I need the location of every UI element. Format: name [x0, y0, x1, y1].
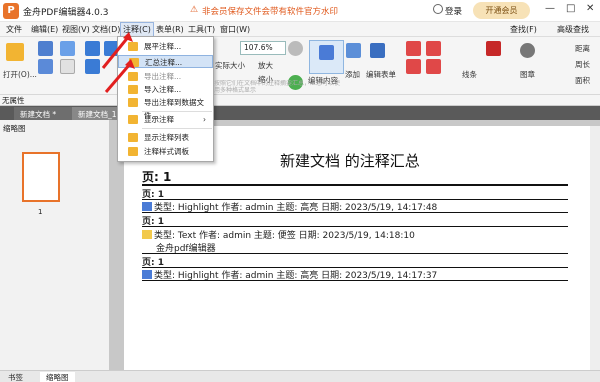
- menu-file[interactable]: 文件: [6, 24, 22, 35]
- app-logo: P: [3, 3, 19, 19]
- edit-content-icon: [319, 45, 334, 60]
- tab-bookmarks[interactable]: 书签: [2, 372, 29, 382]
- edit-content-button[interactable]: [309, 40, 344, 74]
- open-button[interactable]: 打开(O)...: [3, 69, 37, 80]
- area-tool[interactable]: 面积: [575, 75, 590, 86]
- note-tool-icon[interactable]: [406, 41, 421, 56]
- menu-item-style-palette[interactable]: 注释样式调板: [118, 145, 213, 158]
- submenu-arrow-icon: ›: [203, 115, 206, 124]
- mail-icon[interactable]: [60, 41, 75, 56]
- menu-item-label: 汇总注释...: [145, 58, 183, 67]
- save-icon[interactable]: [38, 41, 53, 56]
- menu-item-label: 显示注释列表: [144, 133, 189, 142]
- stamp-button[interactable]: 图章: [520, 69, 535, 80]
- app-title: 金舟PDF编辑器4.0.3: [23, 8, 109, 18]
- stamp-icon[interactable]: [520, 43, 535, 58]
- edit-form-icon[interactable]: [370, 43, 385, 58]
- title-bar: P 金舟PDF编辑器4.0.3 ⚠ 非会员保存文件会带有软件官方水印 登录 开通…: [0, 0, 600, 22]
- zoom-input[interactable]: 107.6%: [240, 41, 286, 55]
- menu-item-label: 显示注释: [144, 115, 174, 124]
- thumbnail-page-number: 1: [38, 208, 43, 216]
- menu-item-show-annotations[interactable]: 显示注释 ›: [118, 113, 213, 126]
- watermark-notice[interactable]: 非会员保存文件会带有软件官方水印: [202, 5, 338, 17]
- line-tool-button[interactable]: 线条: [462, 69, 477, 80]
- highlight-icon: [142, 202, 152, 211]
- perimeter-tool[interactable]: 周长: [575, 59, 590, 70]
- menu-item-label: 展平注释...: [144, 42, 182, 51]
- menu-tools[interactable]: 工具(T): [188, 24, 215, 35]
- tab-thumbnails[interactable]: 缩略图: [40, 372, 75, 382]
- property-bar: 无属性: [0, 95, 600, 106]
- palette-icon: [128, 147, 138, 156]
- line-shape-icon[interactable]: [486, 41, 501, 56]
- vip-button[interactable]: 开通会员: [473, 2, 530, 19]
- export-data-icon: [128, 98, 138, 107]
- summary-title: 新建文档 的注释汇总: [280, 152, 420, 170]
- page-header: 页: 1: [142, 170, 172, 184]
- callout-tool-icon[interactable]: [426, 59, 441, 74]
- menu-item-label: 注释样式调板: [144, 147, 189, 156]
- menu-bar: 文件 编辑(E) 视图(V) 文档(D) 注释(C) 表单(R) 工具(T) 窗…: [0, 22, 600, 37]
- divider: [142, 184, 568, 186]
- open-folder-icon[interactable]: [6, 43, 24, 61]
- note-icon: [142, 230, 152, 239]
- divider: [142, 226, 568, 227]
- add-image-icon[interactable]: [346, 43, 361, 58]
- panel-tabs: 书签 缩略图: [0, 370, 600, 382]
- panel-title: 缩略图: [3, 124, 26, 133]
- page-thumbnail[interactable]: [22, 152, 60, 202]
- annotation-text: 类型: Text 作者: admin 主题: 便签 日期: 2023/5/19,…: [154, 231, 415, 241]
- highlight-icon: [142, 270, 152, 279]
- print-icon[interactable]: [38, 59, 53, 74]
- edit-form-button[interactable]: 编辑表单: [366, 69, 396, 80]
- vertical-scrollbar[interactable]: [590, 126, 600, 370]
- divider: [142, 280, 568, 281]
- login-link[interactable]: 登录: [445, 5, 462, 17]
- menu-separator: [142, 111, 212, 112]
- zoom-in-icon[interactable]: [288, 41, 303, 56]
- user-icon[interactable]: [433, 4, 443, 14]
- notice-icon: ⚠: [190, 5, 199, 15]
- distance-tool[interactable]: 距离: [575, 43, 590, 54]
- highlight-tool-icon[interactable]: [406, 59, 421, 74]
- text-tool-icon[interactable]: [426, 41, 441, 56]
- scan-icon[interactable]: [60, 59, 75, 74]
- pdf-page: 新建文档 的注释汇总 页: 1 页: 1 类型: Highlight 作者: a…: [124, 126, 590, 376]
- menu-item-label: 导出注释...: [144, 72, 182, 81]
- menu-form[interactable]: 表单(R): [156, 24, 184, 35]
- menu-edit[interactable]: 编辑(E): [31, 24, 58, 35]
- maximize-button[interactable]: □: [566, 3, 575, 14]
- menu-item-export-data[interactable]: 导出注释到数据文件...: [118, 96, 213, 120]
- summarize-tooltip: 按照它们在文档中的注释摘要汇总，汇总可以使用多种格式显示: [214, 80, 341, 94]
- minimize-button[interactable]: —: [545, 3, 555, 14]
- thumbnail-panel: 缩略图 1: [0, 120, 110, 370]
- show-icon: [128, 115, 138, 124]
- actual-size-button[interactable]: 实际大小: [215, 60, 245, 71]
- zoom-in-button[interactable]: 放大: [258, 60, 273, 71]
- add-button[interactable]: 添加: [345, 69, 360, 80]
- menu-separator: [142, 128, 212, 129]
- arrow-annotation-icon: [104, 59, 135, 93]
- document-tabs: 新建文档 * 新建文档_1: [0, 106, 600, 120]
- annotation-entry: 类型: Text 作者: admin 主题: 便签 日期: 2023/5/19,…: [142, 228, 415, 241]
- find-link[interactable]: 查找(F): [510, 24, 537, 35]
- menu-item-annotation-list[interactable]: 显示注释列表: [118, 131, 213, 144]
- divider: [142, 253, 568, 254]
- menu-window[interactable]: 窗口(W): [220, 24, 250, 35]
- list-icon: [128, 133, 138, 142]
- close-button[interactable]: ✕: [586, 3, 594, 14]
- divider: [142, 212, 568, 213]
- menu-item-label: 导入注释...: [144, 85, 182, 94]
- menu-view[interactable]: 视图(V): [62, 24, 90, 35]
- advanced-find-link[interactable]: 高级查找: [557, 24, 589, 35]
- tab-new-document[interactable]: 新建文档 *: [14, 107, 74, 120]
